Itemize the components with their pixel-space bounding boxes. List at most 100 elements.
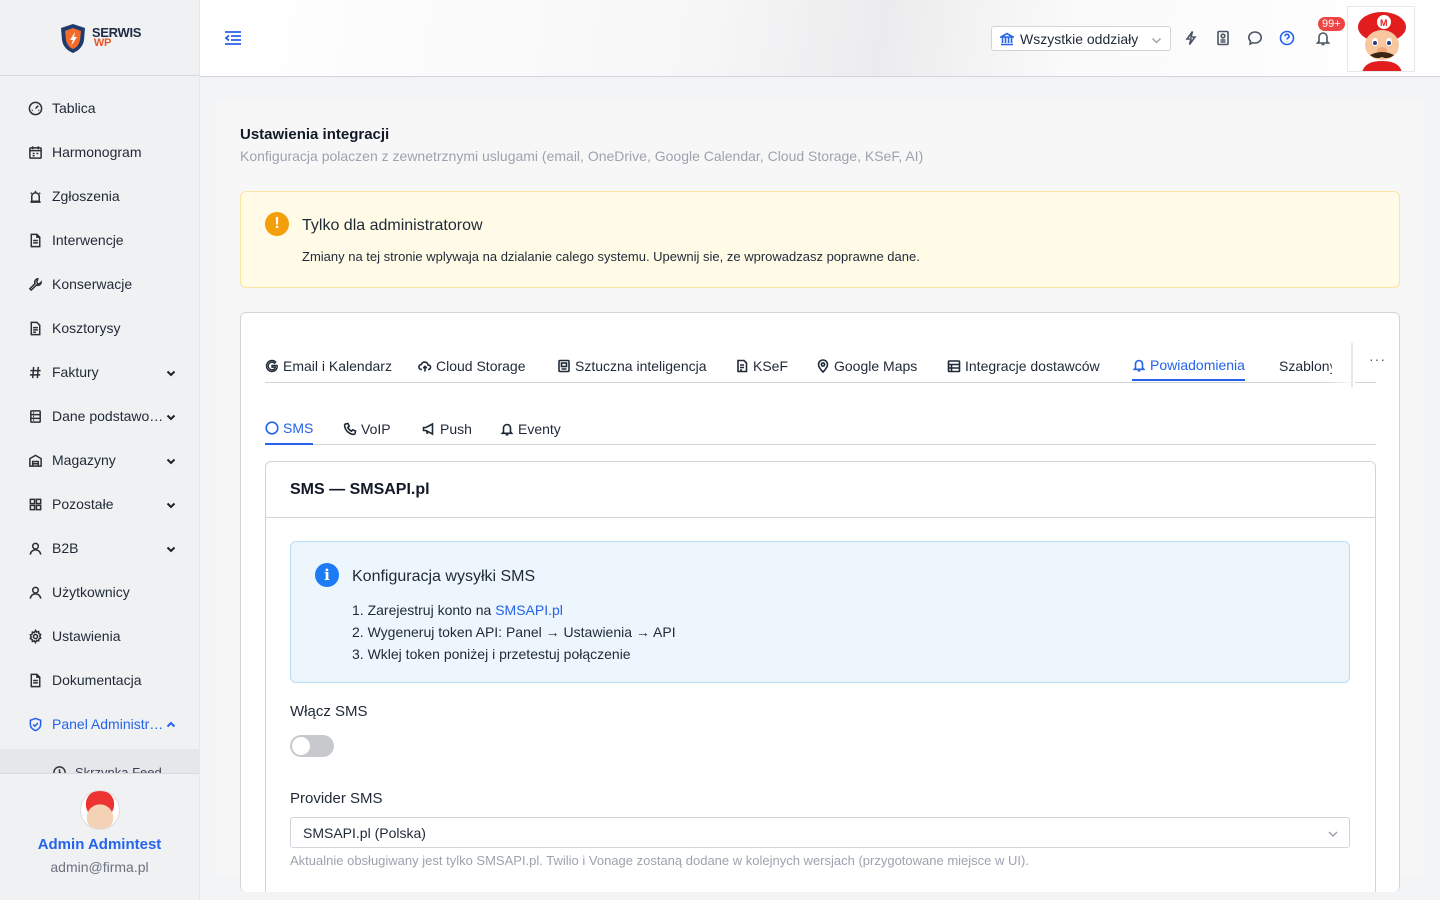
document-icon (27, 672, 43, 688)
wrench-icon (27, 276, 43, 292)
shield-icon (27, 716, 43, 732)
chevron-down-icon (1327, 827, 1339, 843)
branch-select[interactable]: Wszystkie oddziały (991, 26, 1171, 51)
sidebar-item-magazyny[interactable]: Magazyny (0, 438, 199, 482)
chat-icon (265, 420, 279, 435)
sidebar-item-label: Pozostałe (52, 496, 114, 512)
warning-title: Tylko dla administratorow (302, 217, 483, 234)
tab-sztuczna-inteligencja[interactable]: Sztuczna inteligencja (557, 351, 707, 381)
page-title: Ustawienia integracji (240, 126, 390, 143)
menu-toggle-button[interactable] (224, 30, 242, 46)
warning-text: Zmiany na tej stronie wplywaja na dziala… (302, 249, 920, 264)
sidebar-item-faktury[interactable]: Faktury (0, 350, 199, 394)
top-header: Wszystkie oddziały 99+ M (200, 0, 1440, 77)
tab-szablony[interactable]: Szablony (1275, 351, 1332, 381)
sidebar-item-dokumentacja[interactable]: Dokumentacja (0, 658, 199, 702)
info-step-2: 2. Wygeneruj token API: Panel → Ustawien… (352, 624, 676, 640)
grid-icon (27, 496, 43, 512)
tab-ksef[interactable]: KSeF (735, 351, 788, 381)
sidebar-item-label: Konserwacje (52, 276, 133, 292)
lightning-icon[interactable] (1182, 29, 1200, 47)
sms-info-box: i Konfiguracja wysyłki SMS 1. Zarejestru… (290, 541, 1350, 683)
sidebar-item-tablica[interactable]: Tablica (0, 86, 199, 130)
warning-icon: ! (265, 212, 289, 236)
tab-cloud-storage[interactable]: Cloud Storage (418, 351, 526, 381)
chevron-down-icon[interactable] (165, 542, 177, 554)
sidebar-item-panel-administratora[interactable]: Panel Administratora (0, 702, 199, 746)
user-name[interactable]: Admin Admintest (0, 836, 199, 853)
calendar-icon (27, 144, 43, 160)
sms-settings-panel: SMS — SMSAPI.pl i Konfiguracja wysyłki S… (265, 461, 1376, 892)
sidebar-item-pozostale[interactable]: Pozostałe (0, 482, 199, 526)
help-icon[interactable] (1278, 29, 1296, 47)
subtab-voip[interactable]: VoIP (343, 412, 391, 445)
file-list-icon (27, 320, 43, 336)
document-icon (27, 232, 43, 248)
bell-icon[interactable] (1314, 29, 1332, 47)
provider-sms-select[interactable]: SMSAPI.pl (Polska) (290, 817, 1350, 848)
sms-section-title: SMS — SMSAPI.pl (266, 462, 1375, 518)
info-steps: 1. Zarejestruj konto na SMSAPI.pl 2. Wyg… (352, 599, 676, 665)
sidebar-subitem-skrzynka-feed[interactable]: Skrzynka Feed (52, 765, 162, 773)
page-subtitle: Konfiguracja polaczen z zewnetrznymi usl… (240, 148, 924, 164)
sidebar-item-b2b[interactable]: B2B (0, 526, 199, 570)
sidebar-item-label: Interwencje (52, 232, 124, 248)
tab-label: KSeF (753, 358, 789, 374)
info-step-1-text: 1. Zarejestruj konto na (352, 602, 496, 618)
subtab-label: SMS (283, 419, 314, 436)
admin-warning-alert: ! Tylko dla administratorow Zmiany na te… (240, 191, 1400, 288)
sidebar-item-zgloszenia[interactable]: Zgłoszenia (0, 174, 199, 218)
tab-label: Sztuczna inteligencja (575, 358, 707, 374)
tab-powiadomienia[interactable]: Powiadomienia (1132, 351, 1245, 381)
sidebar-item-label: Dokumentacja (52, 672, 142, 688)
chevron-down-icon[interactable] (165, 410, 177, 422)
subtab-sms[interactable]: SMS (265, 412, 314, 445)
chevron-down-icon[interactable] (165, 366, 177, 378)
enable-sms-toggle[interactable] (290, 735, 334, 757)
sidebar-item-label: Użytkownicy (52, 584, 130, 600)
user-icon (27, 540, 43, 556)
sidebar-item-label: Panel Administratora (52, 716, 165, 732)
chat-icon[interactable] (1246, 29, 1264, 47)
gauge-icon (27, 100, 43, 116)
smsapi-link[interactable]: SMSAPI.pl (495, 602, 563, 618)
subtab-eventy[interactable]: Eventy (500, 412, 561, 445)
tab-label: Cloud Storage (436, 358, 526, 374)
hash-icon (27, 364, 43, 380)
sidebar-item-harmonogram[interactable]: Harmonogram (0, 130, 199, 174)
sidebar-item-konserwacje[interactable]: Konserwacje (0, 262, 199, 306)
alarm-icon (27, 188, 43, 204)
store-icon (947, 360, 961, 373)
avatar[interactable] (79, 790, 120, 830)
chevron-up-icon[interactable] (165, 718, 177, 730)
gear-icon (27, 628, 43, 644)
sidebar-item-interwencje[interactable]: Interwencje (0, 218, 199, 262)
sidebar-item-uzytkownicy[interactable]: Użytkownicy (0, 570, 199, 614)
logo[interactable]: SERWIS WP (58, 22, 141, 54)
google-icon (265, 359, 278, 373)
sidebar-item-kosztorysy[interactable]: Kosztorysy (0, 306, 199, 350)
chevron-down-icon[interactable] (165, 454, 177, 466)
tab-email-kalendarz[interactable]: Email i Kalendarz (265, 351, 392, 381)
bell-icon (1132, 359, 1146, 372)
tab-integracje-dostawcow[interactable]: Integracje dostawców (947, 351, 1100, 381)
tab-label: Google Maps (834, 358, 918, 374)
bank-icon (1000, 32, 1020, 46)
branch-select-value: Wszystkie oddziały (1020, 30, 1139, 47)
sidebar-item-label: Zgłoszenia (52, 188, 120, 204)
user-avatar[interactable]: M (1347, 6, 1415, 72)
tab-google-maps[interactable]: Google Maps (816, 351, 917, 381)
tabs-more-button[interactable]: ··· (1369, 351, 1386, 367)
tab-label: Powiadomienia (1150, 357, 1245, 373)
info-step-3: 3. Wklej token poniżej i przetestuj połą… (352, 646, 631, 662)
sidebar-item-label: Kosztorysy (52, 320, 121, 336)
sidebar-item-ustawienia[interactable]: Ustawienia (0, 614, 199, 658)
subtab-push[interactable]: Push (422, 412, 472, 445)
contact-card-icon[interactable] (1214, 29, 1232, 47)
provider-sms-hint: Aktualnie obsługiwany jest tylko SMSAPI.… (290, 853, 1029, 868)
chevron-down-icon[interactable] (165, 498, 177, 510)
sidebar-item-dane-podstawowe[interactable]: Dane podstawowe (0, 394, 199, 438)
logo-area[interactable]: SERWIS WP (0, 0, 199, 76)
sidebar-item-label: Harmonogram (52, 144, 142, 160)
user-profile-box[interactable]: Admin Admintest admin@firma.pl (0, 773, 199, 900)
